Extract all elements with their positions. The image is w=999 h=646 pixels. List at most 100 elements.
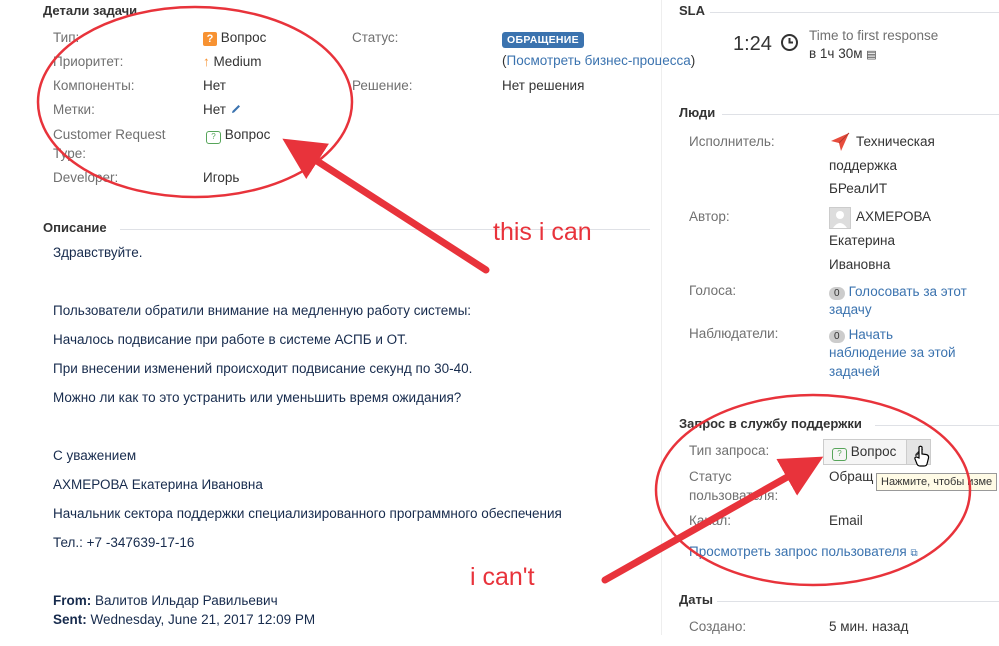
labels-label: Метки: <box>53 102 95 117</box>
user-icon <box>833 211 847 228</box>
assignee-line[interactable]: поддержка <box>829 158 897 173</box>
sla-time: 1:24 <box>733 33 772 55</box>
annotation-top-text: this i can <box>493 218 592 246</box>
desc-line: Началось подвисание при работе в системе… <box>53 332 408 347</box>
desc-line: С уважением <box>53 448 137 463</box>
description-title: Описание <box>43 220 107 235</box>
resolution-value: Нет решения <box>502 78 585 93</box>
edit-tooltip: Нажмите, чтобы изме <box>876 473 998 491</box>
crt-label-1: Customer Request <box>53 127 166 142</box>
votes-count: 0 <box>829 287 845 300</box>
assignee-line[interactable]: БРеалИТ <box>829 181 887 196</box>
request-type-icon: ? <box>832 448 847 461</box>
watch-link-line-3[interactable]: задачей <box>829 364 880 379</box>
user-status-label-2: пользователя: <box>689 488 779 503</box>
user-status-value: Обращ <box>829 469 874 484</box>
dates-title: Даты <box>679 592 713 607</box>
priority-value-text: Medium <box>213 54 262 69</box>
components-value[interactable]: Нет <box>203 78 226 93</box>
resolution-label: Решение: <box>352 78 413 93</box>
channel-label: Канал: <box>689 513 731 528</box>
workflow-close: ) <box>690 53 696 68</box>
components-label: Компоненты: <box>53 78 135 93</box>
status-badge-text: ОБРАЩЕНИЕ <box>502 32 584 48</box>
sla-target-text: в 1ч 30м <box>809 46 863 61</box>
request-type-label: Тип запроса: <box>689 443 770 458</box>
desc-line: Пользователи обратили внимание на медлен… <box>53 303 472 318</box>
watchers-row: 0 Начать <box>829 326 893 343</box>
divider <box>722 114 999 115</box>
reporter-label: Автор: <box>689 209 730 224</box>
assignee-line[interactable]: Техническая <box>856 134 935 149</box>
created-label: Создано: <box>689 619 747 634</box>
votes-label: Голоса: <box>689 283 737 298</box>
from-label: From: <box>53 593 92 608</box>
type-value-text: Вопрос <box>220 30 267 45</box>
labels-value-text: Нет <box>203 102 226 117</box>
view-request-link[interactable]: Просмотреть запрос пользователя ⧉ <box>689 544 918 559</box>
email-from: From: Валитов Ильдар Равильевич <box>53 593 278 608</box>
developer-value[interactable]: Игорь <box>203 170 239 185</box>
desc-line: Здравствуйте. <box>53 245 143 260</box>
external-link-icon: ⧉ <box>910 548 918 559</box>
divider <box>875 425 999 426</box>
pencil-icon[interactable] <box>230 103 242 115</box>
type-label: Тип: <box>53 30 80 45</box>
people-title: Люди <box>679 105 716 120</box>
crt-value[interactable]: ? Вопрос <box>206 127 270 144</box>
annotation-arrow <box>282 138 490 274</box>
view-request-link-text: Просмотреть запрос пользователя <box>689 544 907 559</box>
question-icon: ? <box>203 32 217 46</box>
divider <box>717 601 999 602</box>
sla-target: в 1ч 30м ▤ <box>809 46 877 61</box>
hand-cursor-icon <box>914 445 930 467</box>
labels-value[interactable]: Нет <box>203 102 242 117</box>
watchers-label: Наблюдатели: <box>689 326 779 341</box>
column-divider <box>661 0 662 635</box>
votes-row: 0 Голосовать за этот <box>829 283 967 300</box>
sla-title: SLA <box>679 3 705 18</box>
request-type-value: ? Вопрос <box>832 444 896 461</box>
developer-label: Developer: <box>53 170 119 185</box>
email-cutoff <box>53 631 57 646</box>
type-value: ? Вопрос <box>203 30 266 46</box>
request-type-value-text: Вопрос <box>850 444 897 459</box>
view-workflow-link[interactable]: Посмотреть бизнес-процесса <box>507 53 691 68</box>
assignee-label: Исполнитель: <box>689 134 775 149</box>
reporter-line[interactable]: АХМЕРОВА <box>856 209 931 224</box>
channel-value: Email <box>829 513 863 528</box>
workflow-row: (Посмотреть бизнес-процесса) <box>502 53 695 68</box>
vote-link[interactable]: Голосовать за этот <box>849 284 967 299</box>
desc-line: Тел.: +7 -347639-17-16 <box>53 535 195 550</box>
created-value: 5 мин. назад <box>829 619 909 634</box>
desc-line: Начальник сектора поддержки специализиро… <box>53 506 562 521</box>
user-status-label-1: Статус <box>689 469 732 484</box>
reporter-avatar <box>829 207 851 229</box>
calendar-icon: ▤ <box>866 49 877 61</box>
details-title: Детали задачи <box>43 3 138 18</box>
status-badge: ОБРАЩЕНИЕ <box>502 30 584 48</box>
sent-label: Sent: <box>53 612 87 627</box>
priority-label: Приоритет: <box>53 54 124 69</box>
divider <box>710 12 999 13</box>
clock-icon <box>781 34 798 51</box>
reporter-line[interactable]: Ивановна <box>829 257 890 272</box>
desc-line: При внесении изменений происходит подвис… <box>53 361 473 376</box>
reporter-line[interactable]: Екатерина <box>829 233 895 248</box>
sla-metric: Time to first response <box>809 28 939 43</box>
vote-link-line-2[interactable]: задачу <box>829 302 872 317</box>
desc-line: АХМЕРОВА Екатерина Ивановна <box>53 477 263 492</box>
crt-value-text: Вопрос <box>224 127 271 142</box>
crt-label-2: Type: <box>53 146 87 161</box>
status-label: Статус: <box>352 30 399 45</box>
watchers-count: 0 <box>829 330 845 343</box>
watch-link[interactable]: Начать <box>849 327 893 342</box>
arrow-up-icon: ↑ <box>203 54 210 69</box>
desc-line: Можно ли как то это устранить или уменьш… <box>53 390 462 405</box>
priority-value: ↑ Medium <box>203 54 262 69</box>
service-request-title: Запрос в службу поддержки <box>679 416 862 431</box>
request-type-icon: ? <box>206 131 221 144</box>
annotation-bottom-text: i can't <box>470 563 535 591</box>
email-sent: Sent: Wednesday, June 21, 2017 12:09 PM <box>53 612 315 627</box>
watch-link-line-2[interactable]: наблюдение за этой <box>829 345 956 360</box>
